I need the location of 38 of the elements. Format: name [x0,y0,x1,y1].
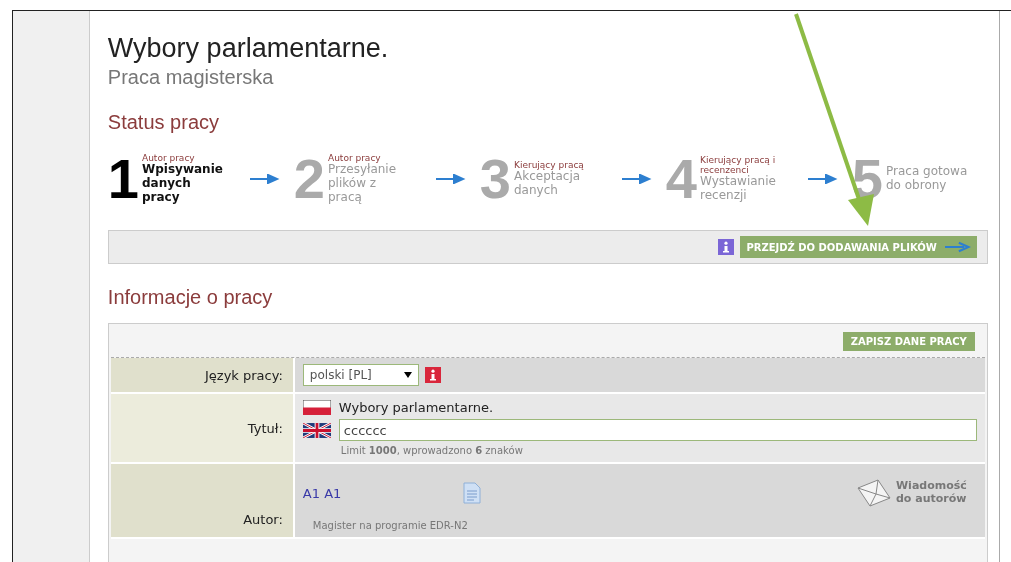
flag-icon [302,400,331,415]
step-role: Kierujący pracą [514,160,585,171]
author-program: Magister na programie EDR-N2 [312,520,469,531]
flag-icon [302,422,331,438]
step-number: 2 [293,151,325,207]
step-label: Wystawianie recenzji [700,175,777,203]
arrow-icon [944,241,971,253]
section-heading: Informacje o pracy [107,286,274,309]
arrow-icon [435,174,466,184]
message-button[interactable]: Wiadomość do autorów [856,478,967,508]
info-icon[interactable] [424,367,441,383]
envelope-icon [856,478,892,508]
info-icon[interactable] [718,239,735,255]
character-count: Limit 1000, wprowadzono 6 znaków [340,445,524,456]
language-select[interactable]: polski [PL] [302,364,419,386]
caret-icon [403,372,412,378]
title-text: Wybory parlamentarne. [338,400,494,415]
step-label: Wpisywanie danych pracy [142,163,224,205]
step-label: Akceptacja danych [514,170,581,198]
field-label: Autor: [110,464,295,537]
field-label: Tytuł: [110,394,295,462]
field-label: Język pracy: [110,358,295,392]
step-role: Autor pracy [142,153,195,164]
step-role: Kierujący pracą i recenzenci [700,155,777,176]
page-title: Wybory parlamentarne. [107,33,390,64]
step-label: Praca gotowa do obrony [886,165,969,193]
page-subtitle: Praca magisterska [107,66,275,89]
arrow-icon [249,174,280,184]
title-input[interactable]: cccccc [338,419,977,441]
step-role: Autor pracy [328,153,381,164]
arrow-icon [621,174,652,184]
step-number: 4 [665,151,697,207]
step-number: 1 [107,151,139,207]
step-number: 3 [479,151,511,207]
section-heading: Status pracy [107,111,220,134]
author-link[interactable]: A1 A1 [302,486,463,501]
step-label: Przesyłanie plików z pracą [328,163,398,205]
arrow-icon [807,174,838,184]
